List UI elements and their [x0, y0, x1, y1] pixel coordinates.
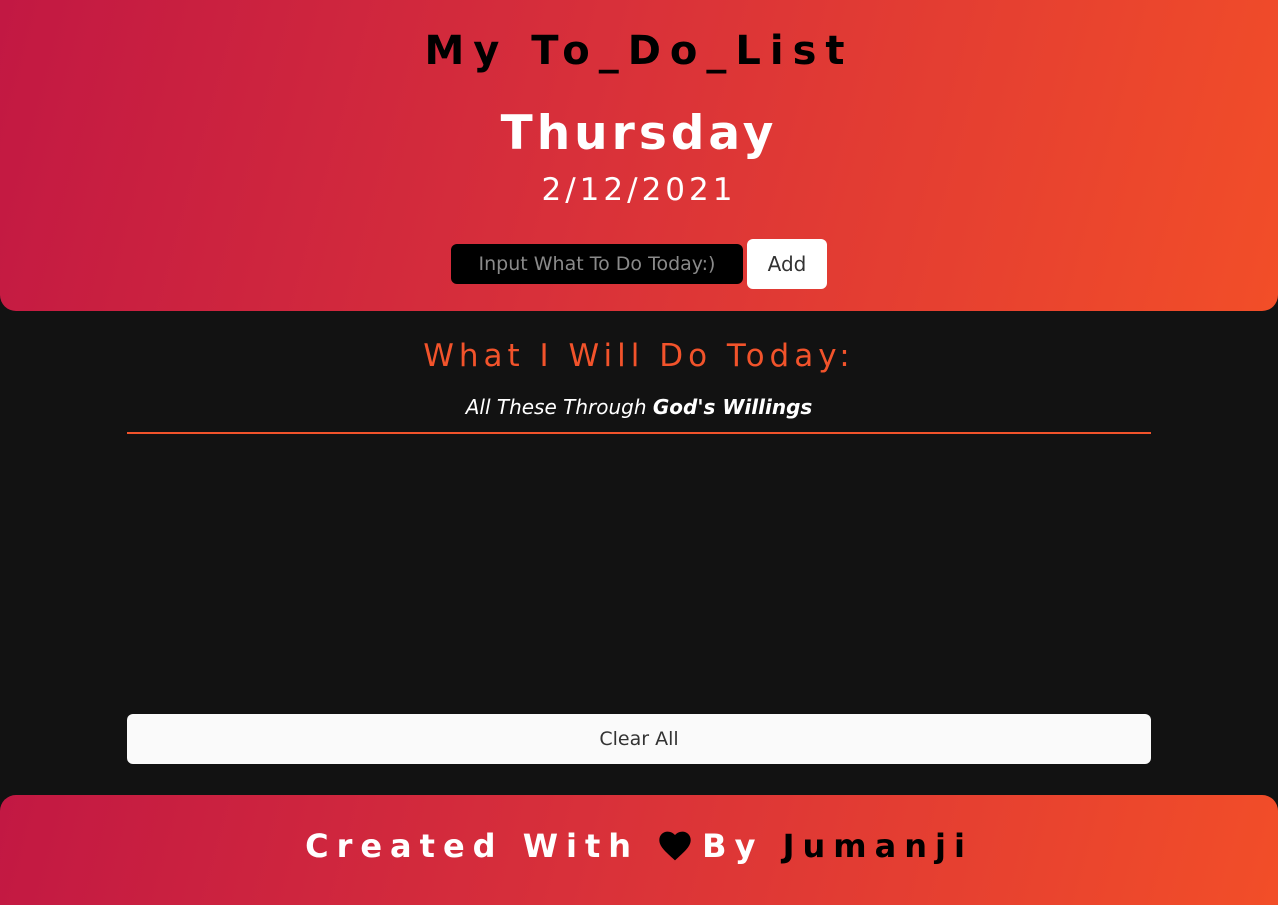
task-list: [127, 440, 1151, 704]
app-title: My To_Do_List: [424, 28, 854, 74]
heart-icon: [659, 831, 691, 861]
day-name: Thursday: [500, 106, 778, 161]
section-heading: What I Will Do Today:: [423, 338, 855, 374]
todo-input[interactable]: [451, 244, 743, 284]
footer-by: By: [702, 827, 783, 865]
footer-prefix: Created With: [305, 827, 659, 865]
footer-credit: Created With By Jumanji: [0, 827, 1278, 865]
subtitle-emphasis: God's Willings: [652, 395, 813, 419]
add-button[interactable]: Add: [747, 239, 827, 289]
footer-author: Jumanji: [782, 827, 973, 865]
subtitle-prefix: All These Through: [465, 395, 653, 419]
clear-all-button[interactable]: Clear All: [127, 714, 1151, 764]
section-subtitle: All These Through God's Willings: [0, 395, 1278, 419]
footer: Created With By Jumanji: [0, 795, 1278, 905]
date-text: 2/12/2021: [541, 172, 737, 208]
header: My To_Do_List Thursday 2/12/2021 Add: [0, 0, 1278, 311]
divider: [127, 432, 1151, 434]
